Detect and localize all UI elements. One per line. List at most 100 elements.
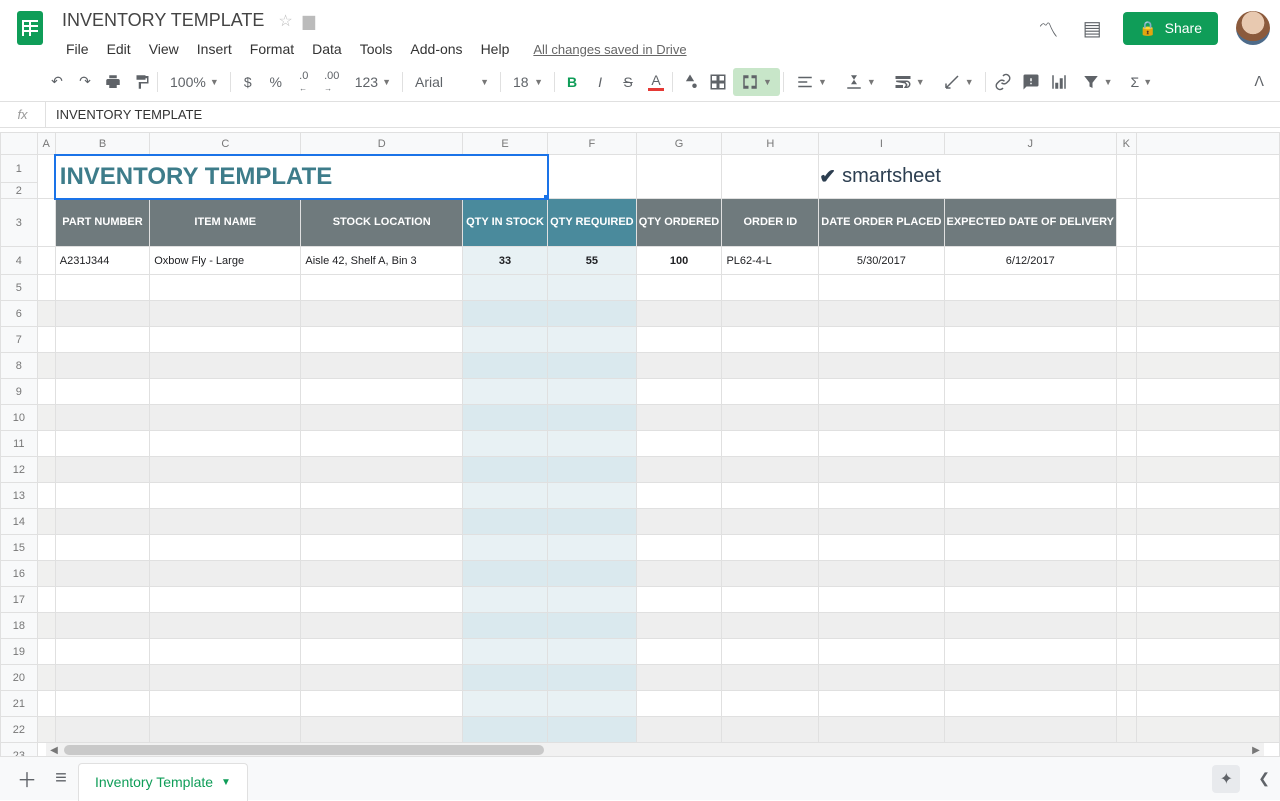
undo-icon[interactable]: ↶ (44, 68, 70, 96)
menu-file[interactable]: File (58, 37, 97, 61)
row-header[interactable]: 16 (1, 561, 38, 587)
lock-icon: 🔒 (1139, 20, 1156, 37)
functions-icon[interactable]: Σ▼ (1123, 68, 1161, 96)
scroll-right-icon[interactable]: ▶ (1248, 743, 1264, 757)
col-header[interactable]: B (55, 133, 149, 155)
print-icon[interactable] (100, 68, 126, 96)
row-header[interactable]: 21 (1, 691, 38, 717)
row-header[interactable]: 3 (1, 199, 38, 247)
col-header[interactable]: G (636, 133, 722, 155)
wrap-button[interactable]: ▼ (886, 68, 933, 96)
redo-icon[interactable]: ↷ (72, 68, 98, 96)
col-header[interactable]: A (37, 133, 55, 155)
select-all-corner[interactable] (1, 133, 38, 155)
col-header[interactable]: H (722, 133, 819, 155)
row-header[interactable]: 13 (1, 483, 38, 509)
col-header[interactable]: E (462, 133, 547, 155)
filter-icon[interactable]: ▼ (1074, 68, 1121, 96)
menu-insert[interactable]: Insert (189, 37, 240, 61)
row-header[interactable]: 11 (1, 431, 38, 457)
row-header[interactable]: 1 (1, 155, 38, 183)
smartsheet-logo: ✔smartsheet (819, 164, 1116, 189)
comment-icon[interactable] (1018, 68, 1044, 96)
chart-icon[interactable] (1046, 68, 1072, 96)
row-header[interactable]: 22 (1, 717, 38, 743)
add-sheet-button[interactable]: ＋ (10, 762, 44, 796)
menu-tools[interactable]: Tools (352, 37, 401, 61)
paint-format-icon[interactable] (128, 68, 154, 96)
sheet-title-cell[interactable]: INVENTORY TEMPLATE (56, 163, 332, 190)
sheet-tab[interactable]: Inventory Template ▼ (78, 763, 248, 801)
row-header[interactable]: 23 (1, 743, 38, 757)
activity-icon[interactable]: 〽 (1035, 15, 1061, 41)
row-header[interactable]: 4 (1, 247, 38, 275)
menu-format[interactable]: Format (242, 37, 302, 61)
collapse-toolbar-icon[interactable]: ᐱ (1254, 73, 1270, 90)
row-header[interactable]: 20 (1, 665, 38, 691)
increase-decimal[interactable]: .00→ (319, 68, 345, 96)
all-sheets-button[interactable]: ≡ (44, 762, 78, 796)
col-header[interactable]: C (150, 133, 301, 155)
row-header[interactable]: 8 (1, 353, 38, 379)
h-align-button[interactable]: ▼ (788, 68, 835, 96)
more-formats[interactable]: 123▼ (347, 68, 399, 96)
font-select[interactable]: Arial▼ (407, 68, 497, 96)
side-panel-toggle-icon[interactable]: ❮ (1258, 770, 1270, 787)
folder-icon[interactable]: ▆ (303, 11, 315, 31)
v-align-button[interactable]: ▼ (837, 68, 884, 96)
link-icon[interactable] (990, 68, 1016, 96)
menu-edit[interactable]: Edit (99, 37, 139, 61)
row-header[interactable]: 17 (1, 587, 38, 613)
row-header[interactable]: 15 (1, 535, 38, 561)
spreadsheet-grid[interactable]: A B C D E F G H I J K 1 INVENTORY TEMPLA… (0, 132, 1280, 756)
row-header[interactable]: 18 (1, 613, 38, 639)
zoom-select[interactable]: 100%▼ (162, 68, 227, 96)
decrease-decimal[interactable]: .0← (291, 68, 317, 96)
menu-addons[interactable]: Add-ons (402, 37, 470, 61)
menu-view[interactable]: View (141, 37, 187, 61)
col-header[interactable]: K (1116, 133, 1136, 155)
text-color-button[interactable]: A (643, 68, 669, 96)
explore-button[interactable]: ✦ (1212, 765, 1240, 793)
chevron-down-icon[interactable]: ▼ (221, 777, 231, 788)
doc-title[interactable]: INVENTORY TEMPLATE (58, 8, 268, 33)
col-header[interactable]: I (819, 133, 944, 155)
row-header[interactable]: 7 (1, 327, 38, 353)
share-label: Share (1165, 20, 1202, 36)
bold-button[interactable]: B (559, 68, 585, 96)
strike-button[interactable]: S (615, 68, 641, 96)
star-icon[interactable]: ☆ (278, 11, 292, 31)
menu-bar: File Edit View Insert Format Data Tools … (58, 37, 1023, 61)
account-avatar[interactable] (1236, 11, 1270, 45)
borders-button[interactable] (705, 68, 731, 96)
fill-color-button[interactable] (677, 68, 703, 96)
share-button[interactable]: 🔒 Share (1123, 12, 1218, 45)
row-header[interactable]: 6 (1, 301, 38, 327)
formula-input[interactable]: INVENTORY TEMPLATE (46, 107, 1280, 122)
format-currency[interactable]: $ (235, 68, 261, 96)
row-header[interactable]: 9 (1, 379, 38, 405)
row-header[interactable]: 10 (1, 405, 38, 431)
italic-button[interactable]: I (587, 68, 613, 96)
row-header[interactable]: 19 (1, 639, 38, 665)
row-header[interactable]: 2 (1, 183, 38, 199)
col-header[interactable]: D (301, 133, 463, 155)
row-header[interactable]: 14 (1, 509, 38, 535)
fx-label: fx (0, 102, 46, 127)
menu-data[interactable]: Data (304, 37, 350, 61)
toolbar: ↶ ↷ 100%▼ $ % .0← .00→ 123▼ Arial▼ 18▼ B… (0, 62, 1280, 102)
scroll-left-icon[interactable]: ◀ (46, 743, 62, 757)
row-header[interactable]: 12 (1, 457, 38, 483)
col-header[interactable]: F (548, 133, 637, 155)
col-header[interactable]: J (944, 133, 1116, 155)
merge-cells-button[interactable]: ▼ (733, 68, 780, 96)
format-percent[interactable]: % (263, 68, 289, 96)
rotate-button[interactable]: ▼ (935, 68, 982, 96)
comments-icon[interactable]: ▤ (1079, 15, 1105, 41)
horizontal-scrollbar[interactable]: ◀ ▶ (46, 742, 1264, 756)
row-header[interactable]: 5 (1, 275, 38, 301)
menu-help[interactable]: Help (473, 37, 518, 61)
sheets-logo[interactable] (10, 8, 50, 48)
save-status[interactable]: All changes saved in Drive (533, 42, 686, 57)
font-size-select[interactable]: 18▼ (505, 68, 551, 96)
